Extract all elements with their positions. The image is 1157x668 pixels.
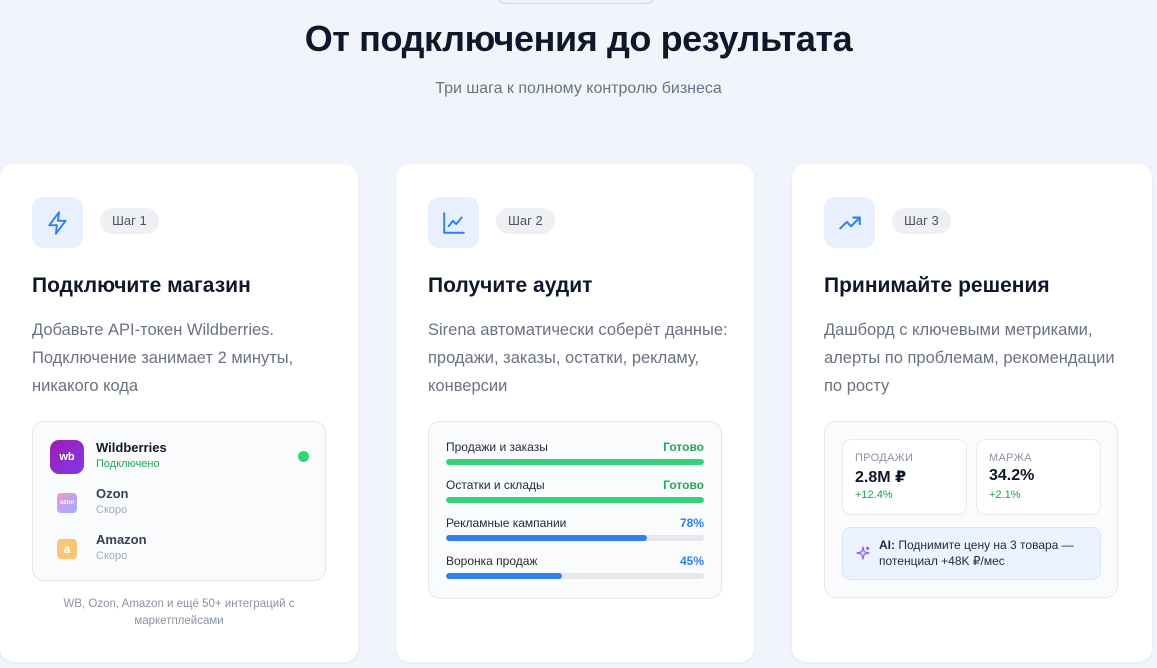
metric-delta: +2.1% [989,489,1021,501]
step-badge: Шаг 3 [892,208,951,234]
step-card-audit: Шаг 2 Получите аудит Sirena автоматическ… [396,164,754,662]
integration-name: Wildberries [96,440,167,455]
wb-logo-icon: wb [50,440,84,474]
step-title: Получите аудит [428,274,593,297]
progress-item-ads: Рекламные кампании 78% [446,516,704,546]
integration-status: Подключено [96,458,160,470]
progress-label: Рекламные кампании [446,516,567,530]
ozon-logo-icon: ozon [50,486,84,520]
metric-card-margin: МАРЖА 34.2% +2.1% [976,439,1101,515]
progress-value: Готово [663,440,704,454]
progress-item-sales: Продажи и заказы Готово [446,440,704,470]
metric-value: 34.2% [989,467,1035,484]
metric-card-sales: ПРОДАЖИ 2.8M ₽ +12.4% [842,439,967,515]
progress-value: 78% [679,516,704,530]
progress-track [446,459,704,465]
progress-fill [446,497,704,503]
step-card-connect: Шаг 1 Подключите магазин Добавьте API-то… [0,164,358,662]
progress-fill [446,535,648,541]
connected-status-dot [298,451,309,462]
section-tag-pill [497,0,655,4]
step-description: Sirena автоматически соберёт данные: про… [428,321,728,395]
line-chart-icon [428,197,479,248]
progress-value: Готово [663,478,704,492]
progress-value: 45% [679,554,704,568]
trending-up-icon [824,197,875,248]
section-title: От подключения до результата [304,18,853,59]
step-description: Дашборд с ключевыми метриками, алерты по… [824,321,1115,395]
metric-label: ПРОДАЖИ [855,452,914,464]
progress-item-funnel: Воронка продаж 45% [446,554,704,584]
dashboard-preview-panel: ПРОДАЖИ 2.8M ₽ +12.4% МАРЖА 34.2% +2.1% … [824,421,1118,598]
progress-track [446,497,704,503]
progress-track [446,573,704,579]
integration-ozon[interactable]: ozon Ozon Скоро [49,485,311,521]
step-badge: Шаг 1 [100,208,159,234]
step-badge: Шаг 2 [496,208,555,234]
metric-delta: +12.4% [855,489,893,501]
ai-recommendation[interactable]: AI: Поднимите цену на 3 товара — потенци… [842,527,1101,580]
progress-label: Воронка продаж [446,554,538,568]
integration-name: Ozon [96,486,129,501]
lightning-icon [32,197,83,248]
ai-prefix: AI: [879,538,895,552]
integrations-note: WB, Ozon, Amazon и ещё 50+ интеграций с … [63,598,295,627]
step-title: Подключите магазин [32,274,251,297]
progress-fill [446,573,563,579]
integration-status: Скоро [96,550,128,562]
ai-message: Поднимите цену на 3 товара — потенциал +… [879,538,1074,568]
progress-item-stock: Остатки и склады Готово [446,478,704,508]
step-card-decisions: Шаг 3 Принимайте решения Дашборд с ключе… [792,164,1152,662]
integrations-panel: wb Wildberries Подключено ozon Ozon Скор… [32,421,326,581]
amazon-logo-icon: a [50,532,84,566]
progress-label: Остатки и склады [446,478,545,492]
step-title: Принимайте решения [824,274,1050,297]
metric-label: МАРЖА [989,452,1032,464]
audit-progress-panel: Продажи и заказы Готово Остатки и склады… [428,421,722,599]
step-description: Добавьте API-токен Wildberries. Подключе… [32,321,294,395]
sparkle-icon [856,546,870,560]
integration-wildberries[interactable]: wb Wildberries Подключено [49,439,311,475]
integration-status: Скоро [96,504,128,516]
progress-track [446,535,704,541]
integration-amazon[interactable]: a Amazon Скоро [49,531,311,567]
ai-recommendation-text: AI: Поднимите цену на 3 товара — потенци… [879,537,1094,569]
progress-fill [446,459,704,465]
progress-label: Продажи и заказы [446,440,548,454]
metric-value: 2.8M ₽ [855,469,907,486]
integration-name: Amazon [96,532,147,547]
section-subtitle: Три шага к полному контролю бизнеса [435,80,722,97]
